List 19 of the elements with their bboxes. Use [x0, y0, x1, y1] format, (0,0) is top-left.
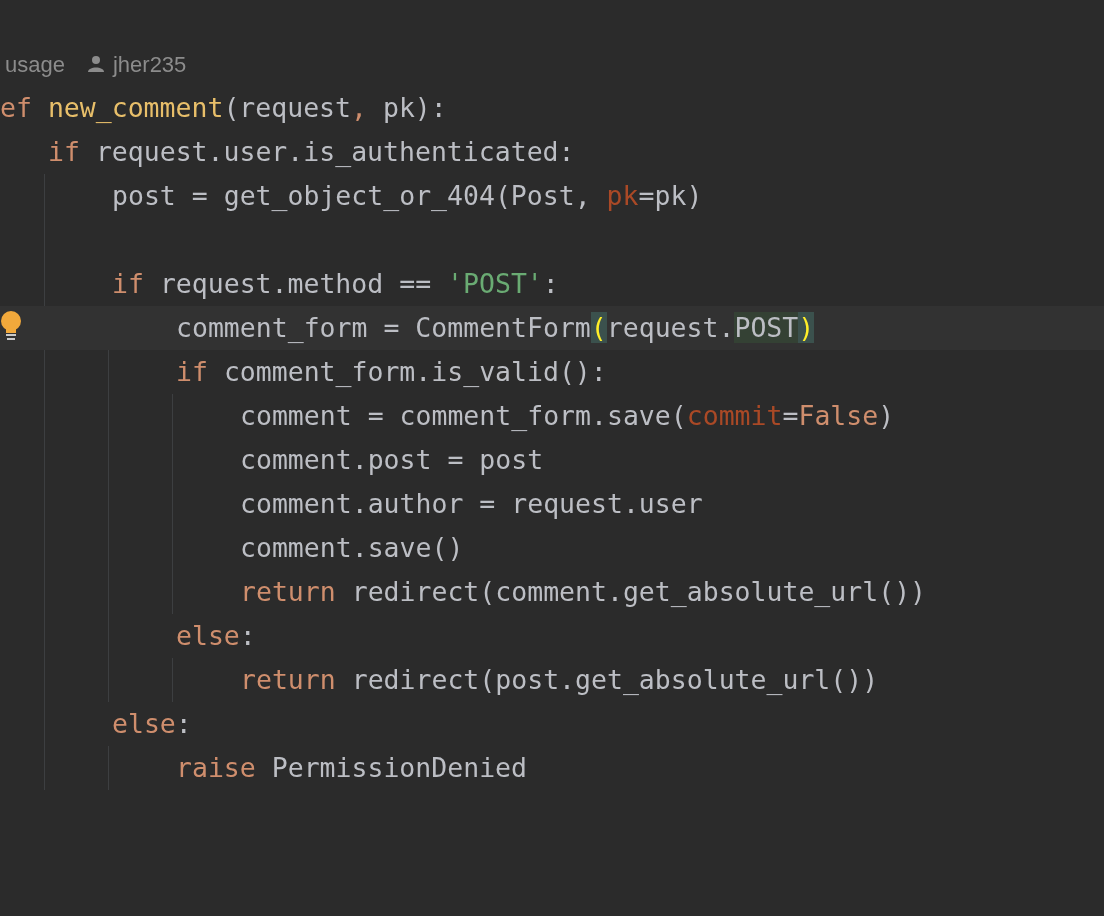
code-line: comment.author = request.user: [240, 487, 703, 522]
code-line: ef new_comment(request, pk):: [0, 91, 447, 126]
code-line: if request.user.is_authenticated:: [48, 135, 575, 170]
code-line: return redirect(comment.get_absolute_url()): [240, 575, 927, 610]
code-line: if comment_form.is_valid():: [176, 355, 607, 390]
code-line: comment.post = post: [240, 443, 544, 478]
code-line: comment.save(): [240, 531, 464, 566]
user-icon: [86, 55, 105, 73]
usages-hint[interactable]: usage: [5, 47, 65, 81]
code-line: else:: [176, 619, 256, 654]
author-name: jher235: [112, 50, 187, 79]
code-line: raise PermissionDenied: [176, 751, 527, 786]
code-line: post = get_object_or_404(Post, pk=pk): [112, 179, 703, 214]
lightbulb-icon[interactable]: [0, 311, 22, 341]
code-line: return redirect(post.get_absolute_url()): [240, 663, 879, 698]
code-line: comment = comment_form.save(commit=False): [240, 399, 895, 434]
code-line: if request.method == 'POST':: [112, 267, 559, 302]
code-line: comment_form = CommentForm(request.POST): [176, 311, 815, 346]
code-line: else:: [112, 707, 192, 742]
